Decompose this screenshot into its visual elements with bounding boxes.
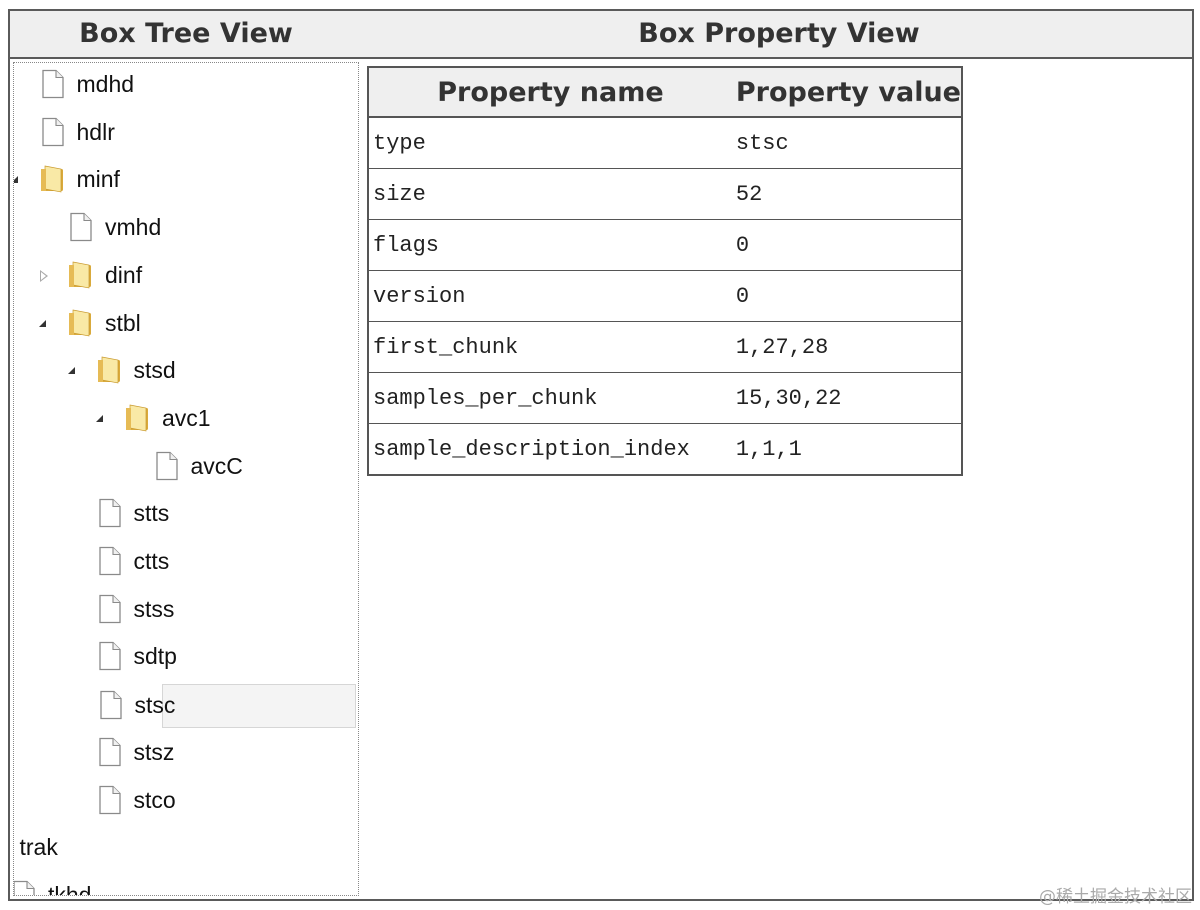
folder-icon: [125, 403, 151, 433]
property-value-cell: 52: [731, 168, 962, 220]
tree-node-stbl[interactable]: stbl: [14, 303, 358, 347]
tree-node-stss[interactable]: stss: [14, 589, 358, 633]
table-row: size 52: [368, 168, 962, 220]
property-name-cell: size: [368, 168, 732, 220]
tree-node-label: stts: [133, 500, 170, 527]
property-value-cell: 0: [731, 270, 962, 322]
tree-node-label: vmhd: [105, 214, 162, 241]
tree-node-label: stco: [133, 786, 176, 813]
file-icon: [14, 880, 37, 895]
file-icon: [40, 117, 66, 147]
tree-node-sdtp[interactable]: sdtp: [14, 636, 358, 680]
table-row: sample_description_index 1,1,1: [368, 423, 962, 475]
tree-node-label: avcC: [190, 452, 243, 479]
tree-node-stsd[interactable]: stsd: [14, 350, 358, 394]
tree-node-label: stss: [133, 595, 175, 622]
tree-node-label: stsz: [133, 738, 175, 765]
tree-node-hdlr[interactable]: hdlr: [14, 112, 358, 156]
table-row: samples_per_chunk 15,30,22: [368, 372, 962, 424]
tree-node-label: dinf: [105, 261, 143, 288]
property-name-cell: type: [368, 116, 732, 169]
tree-node-label: tkhd: [48, 881, 92, 896]
property-value-header: Property value: [731, 67, 962, 118]
collapse-toggle-icon[interactable]: [37, 317, 51, 331]
folder-icon: [68, 260, 94, 290]
file-icon: [97, 641, 123, 671]
tree-node-label: trak: [19, 834, 58, 861]
file-icon: [98, 690, 124, 720]
file-icon: [40, 69, 66, 99]
tree-node-vmhd[interactable]: vmhd: [14, 207, 358, 251]
file-icon: [97, 785, 123, 815]
property-table: Property name Property value type stsc s…: [367, 66, 963, 476]
tree-node-label: stbl: [105, 309, 141, 336]
tree-node-label: stsd: [133, 357, 176, 384]
folder-icon: [68, 308, 94, 338]
table-row: first_chunk 1,27,28: [368, 321, 962, 373]
file-icon: [97, 546, 123, 576]
box-viewer-window: Box Tree View Box Property View mdhd hdlr…: [8, 9, 1194, 901]
tree-node-stco[interactable]: stco: [14, 780, 358, 824]
watermark: @稀土掘金技术社区: [1039, 887, 1192, 907]
folder-icon: [97, 355, 123, 385]
property-name-cell: first_chunk: [368, 321, 732, 373]
tree-node-label: mdhd: [76, 71, 135, 97]
file-icon: [97, 594, 123, 624]
header-row: Box Tree View Box Property View: [10, 11, 1192, 59]
tree-node-label: avc1: [162, 404, 211, 431]
collapse-toggle-icon[interactable]: [66, 364, 80, 378]
box-tree-view-title: Box Tree View: [79, 18, 293, 49]
property-value-cell: 1,1,1: [731, 423, 962, 475]
tree-node-ctts[interactable]: ctts: [14, 541, 358, 585]
tree-node-label: ctts: [133, 548, 170, 574]
tree-node-label: sdtp: [133, 643, 177, 670]
tree-node-minf[interactable]: minf: [14, 159, 358, 203]
tree-node-avcC[interactable]: avcC: [14, 446, 358, 490]
tree-node-mdhd[interactable]: mdhd: [14, 64, 358, 108]
table-row: flags 0: [368, 219, 962, 271]
property-name-cell: flags: [368, 219, 732, 271]
tree-node-tkhd[interactable]: tkhd: [14, 875, 358, 896]
folder-icon: [40, 164, 66, 194]
property-name-header: Property name: [368, 67, 732, 118]
file-icon: [154, 451, 180, 481]
tree-node-dinf[interactable]: dinf: [14, 255, 358, 299]
property-name-cell: samples_per_chunk: [368, 372, 732, 424]
tree-node-stts[interactable]: stts: [14, 493, 358, 537]
table-row: type stsc: [368, 116, 962, 169]
tree-node-avc1[interactable]: avc1: [14, 398, 358, 442]
tree-node-stsz[interactable]: stsz: [14, 732, 358, 776]
property-table-header-row: Property name Property value: [368, 67, 962, 118]
tree-node-stsc[interactable]: stsc: [99, 684, 356, 729]
property-value-cell: 0: [731, 219, 962, 271]
table-row: version 0: [368, 270, 962, 322]
property-value-cell: stsc: [731, 116, 962, 169]
collapse-toggle-icon[interactable]: [14, 173, 23, 187]
file-icon: [97, 737, 123, 767]
property-name-cell: version: [368, 270, 732, 322]
property-value-cell: 15,30,22: [731, 372, 962, 424]
tree-node-trak[interactable]: trak: [14, 827, 358, 871]
tree-node-label: minf: [76, 166, 120, 193]
collapse-toggle-icon[interactable]: [94, 412, 108, 426]
file-icon: [68, 212, 94, 242]
expand-toggle-icon[interactable]: [37, 269, 51, 283]
property-name-cell: sample_description_index: [368, 423, 732, 475]
tree-node-label: stsc: [134, 692, 176, 719]
box-tree-panel[interactable]: mdhd hdlr minf vmhd dinf stbl stsd avc1 avcC stts…: [13, 62, 359, 896]
file-icon: [97, 498, 123, 528]
box-property-view-title: Box Property View: [638, 18, 920, 49]
property-value-cell: 1,27,28: [731, 321, 962, 373]
tree-node-label: hdlr: [76, 118, 115, 145]
